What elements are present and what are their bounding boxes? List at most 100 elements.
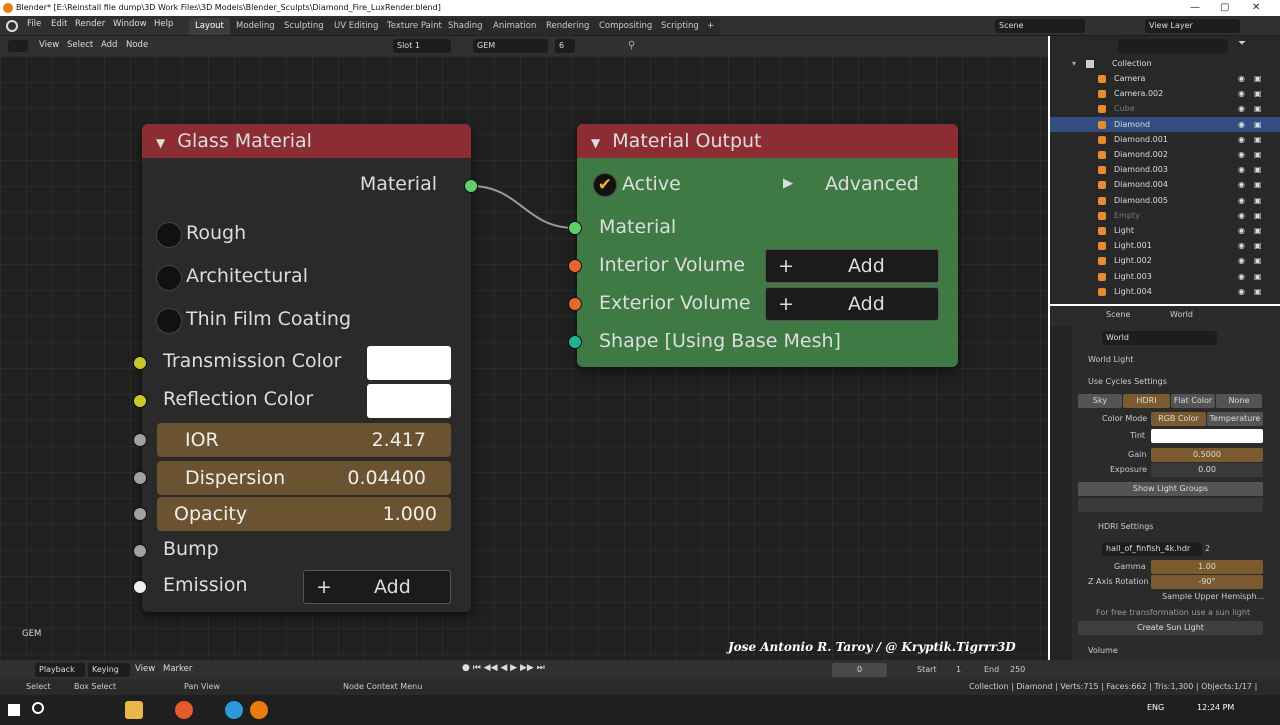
tab-scripting[interactable]: Scripting: [655, 18, 705, 35]
playback-menu[interactable]: Playback: [35, 663, 85, 677]
reflection-color-swatch[interactable]: [367, 384, 451, 418]
bump-socket[interactable]: [133, 544, 147, 558]
close-icon[interactable]: ✕: [1252, 0, 1260, 16]
ior-socket[interactable]: [133, 433, 147, 447]
visibility-eye-icon[interactable]: ◉: [1238, 238, 1245, 253]
visibility-eye-icon[interactable]: ◉: [1238, 86, 1245, 101]
language-indicator[interactable]: ENG: [1147, 703, 1164, 712]
outliner-item[interactable]: Diamond.004 ◉ ▣: [1050, 177, 1280, 192]
tab-layout[interactable]: Layout: [189, 18, 230, 35]
glass-node-header[interactable]: ▼ Glass Material: [142, 124, 471, 158]
outliner-item[interactable]: Light.003 ◉ ▣: [1050, 269, 1280, 284]
outliner-item[interactable]: Diamond ◉ ▣: [1050, 116, 1280, 132]
visibility-eye-icon[interactable]: ◉: [1238, 132, 1245, 147]
blender-taskbar-icon[interactable]: [250, 701, 268, 719]
filter-icon[interactable]: ⏷: [1238, 38, 1246, 49]
reflection-socket[interactable]: [133, 394, 147, 408]
node-editor-canvas[interactable]: ▼ Glass Material Material Rough Architec…: [0, 56, 1048, 660]
z-rotation-field[interactable]: -90°: [1151, 575, 1263, 589]
outliner-item[interactable]: Diamond.002 ◉ ▣: [1050, 147, 1280, 162]
blender-menu-icon[interactable]: [6, 20, 18, 32]
tab-modeling[interactable]: Modeling: [230, 18, 281, 35]
tab-animation[interactable]: Animation: [487, 18, 543, 35]
menu-add[interactable]: Add: [101, 40, 117, 50]
tab-uv-editing[interactable]: UV Editing: [328, 18, 385, 35]
menu-render[interactable]: Render: [75, 19, 105, 29]
visibility-eye-icon[interactable]: ◉: [1238, 162, 1245, 177]
outliner-item[interactable]: Diamond.005 ◉ ▣: [1050, 193, 1280, 208]
tab-sculpting[interactable]: Sculpting: [278, 18, 330, 35]
emission-socket[interactable]: [133, 580, 147, 594]
volume-panel-header[interactable]: Volume: [1088, 646, 1118, 655]
render-camera-icon[interactable]: ▣: [1254, 101, 1262, 116]
visibility-eye-icon[interactable]: ◉: [1238, 253, 1245, 268]
advanced-arrow-icon[interactable]: ▶: [783, 176, 793, 191]
visibility-eye-icon[interactable]: ◉: [1238, 208, 1245, 223]
mode-flat-color[interactable]: Flat Color: [1171, 394, 1215, 408]
mode-none[interactable]: None: [1216, 394, 1262, 408]
material-output-node[interactable]: ▼ Material Output ✔ Active ▶ Advanced Ma…: [577, 124, 958, 367]
render-camera-icon[interactable]: ▣: [1254, 193, 1262, 208]
edge-icon[interactable]: [225, 701, 243, 719]
world-field[interactable]: World: [1102, 331, 1217, 345]
shape-socket[interactable]: [568, 335, 582, 349]
visibility-eye-icon[interactable]: ◉: [1238, 71, 1245, 86]
scene-selector[interactable]: Scene: [995, 19, 1085, 33]
gain-field[interactable]: 0.5000: [1151, 448, 1263, 462]
keying-menu[interactable]: Keying: [88, 663, 130, 677]
current-frame-field[interactable]: 0: [832, 663, 887, 677]
hdri-settings-header[interactable]: HDRI Settings: [1098, 522, 1153, 531]
outliner-search-input[interactable]: [1118, 39, 1228, 53]
render-camera-icon[interactable]: ▣: [1254, 132, 1262, 147]
render-camera-icon[interactable]: ▣: [1254, 177, 1262, 192]
show-light-groups-button[interactable]: Show Light Groups: [1078, 482, 1263, 496]
browser-icon[interactable]: [175, 701, 193, 719]
menu-help[interactable]: Help: [154, 19, 173, 29]
opacity-slider[interactable]: Opacity 1.000: [157, 497, 451, 531]
advanced-label[interactable]: Advanced: [825, 173, 919, 195]
glass-output-socket[interactable]: [464, 179, 478, 193]
render-camera-icon[interactable]: ▣: [1254, 238, 1262, 253]
sample-upper-checkbox[interactable]: Sample Upper Hemisph...: [1162, 592, 1264, 601]
outliner-item[interactable]: Diamond.001 ◉ ▣: [1050, 132, 1280, 147]
render-camera-icon[interactable]: ▣: [1254, 208, 1262, 223]
outliner-item[interactable]: Diamond.003 ◉ ▣: [1050, 162, 1280, 177]
hdri-file-field[interactable]: hall_of_finfish_4k.hdr: [1102, 542, 1202, 556]
mode-sky[interactable]: Sky: [1078, 394, 1122, 408]
mode-hdri[interactable]: HDRI: [1123, 394, 1170, 408]
menu-view[interactable]: View: [39, 40, 59, 50]
visibility-eye-icon[interactable]: ◉: [1238, 117, 1245, 132]
tab-rendering[interactable]: Rendering: [540, 18, 596, 35]
render-camera-icon[interactable]: ▣: [1254, 117, 1262, 132]
outliner-collection-row[interactable]: ▾ Collection: [1050, 56, 1280, 71]
add-workspace-button[interactable]: +: [701, 18, 721, 35]
outliner-item[interactable]: Light.004 ◉ ▣: [1050, 284, 1280, 299]
collapse-arrow-icon[interactable]: ▼: [156, 136, 165, 150]
outliner-item[interactable]: Light.001 ◉ ▣: [1050, 238, 1280, 253]
render-camera-icon[interactable]: ▣: [1254, 86, 1262, 101]
glass-material-node[interactable]: ▼ Glass Material Material Rough Architec…: [142, 124, 471, 612]
timeline-marker-menu[interactable]: Marker: [163, 664, 192, 674]
visibility-eye-icon[interactable]: ◉: [1238, 223, 1245, 238]
render-camera-icon[interactable]: ▣: [1254, 253, 1262, 268]
thin-film-checkbox[interactable]: [156, 308, 182, 334]
active-checkbox[interactable]: ✔: [593, 173, 617, 197]
outliner-item[interactable]: Empty ◉ ▣: [1050, 208, 1280, 223]
output-node-header[interactable]: ▼ Material Output: [577, 124, 958, 158]
gamma-field[interactable]: 1.00: [1151, 560, 1263, 574]
visibility-eye-icon[interactable]: ◉: [1238, 269, 1245, 284]
use-cycles-checkbox[interactable]: Use Cycles Settings: [1088, 377, 1167, 386]
material-users-count[interactable]: 6: [555, 39, 575, 53]
tab-compositing[interactable]: Compositing: [593, 18, 659, 35]
interior-volume-socket[interactable]: [568, 259, 582, 273]
clock[interactable]: 12:24 PM: [1197, 703, 1234, 712]
exposure-field[interactable]: 0.00: [1151, 463, 1263, 477]
menu-window[interactable]: Window: [113, 19, 147, 29]
world-light-panel-header[interactable]: World Light: [1088, 355, 1133, 364]
exterior-volume-socket[interactable]: [568, 297, 582, 311]
visibility-eye-icon[interactable]: ◉: [1238, 284, 1245, 299]
ior-slider[interactable]: IOR 2.417: [157, 423, 451, 457]
editor-type-icon[interactable]: [8, 40, 28, 52]
timeline-view-menu[interactable]: View: [135, 664, 155, 674]
visibility-eye-icon[interactable]: ◉: [1238, 177, 1245, 192]
